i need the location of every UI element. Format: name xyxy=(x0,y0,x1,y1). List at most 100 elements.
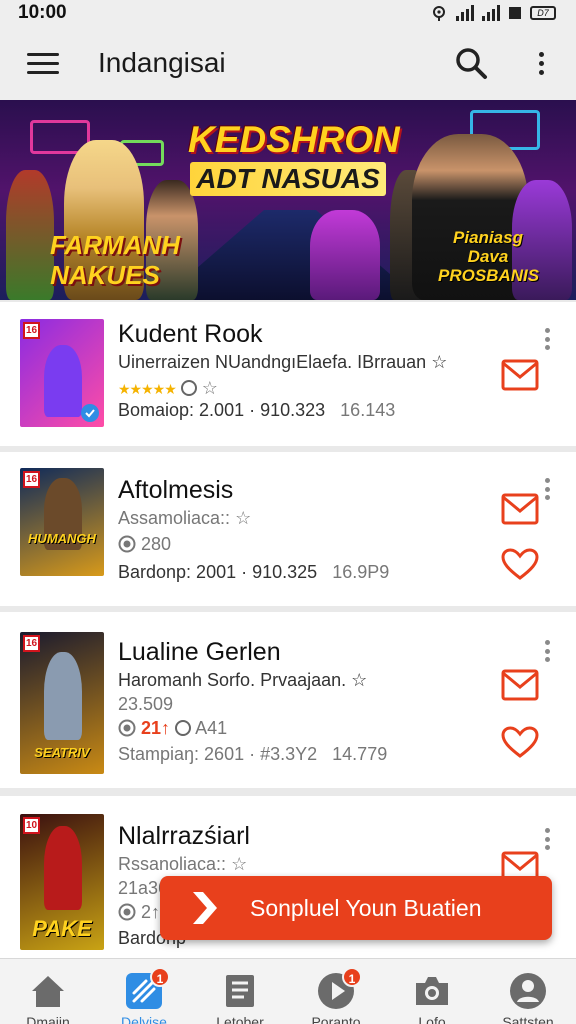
overflow-menu-button[interactable] xyxy=(506,26,576,100)
more-vert-dot xyxy=(544,648,550,654)
game-description: Rssanoliaca:: xyxy=(118,854,227,874)
game-title[interactable]: Nlalrrazśiarl xyxy=(118,822,250,851)
game-card[interactable]: 16 Kudent Rook Uinerraizen NUandngıElaef… xyxy=(0,302,576,446)
star-outline-icon: ☆ xyxy=(431,352,448,372)
camera-icon xyxy=(416,977,448,1005)
more-vert-dot xyxy=(544,657,550,662)
game-subtitle: Rssanoliaca:: ☆ xyxy=(118,854,247,875)
thumbnail-hero xyxy=(44,652,82,740)
toast-icon-wrap xyxy=(160,876,250,940)
menu-icon xyxy=(27,52,59,56)
star-outline-icon: ☆ xyxy=(201,378,218,398)
location-icon xyxy=(433,6,445,21)
square-icon xyxy=(509,7,521,19)
favorite-button[interactable] xyxy=(500,548,540,582)
signal-icon-2 xyxy=(482,5,500,21)
game-count: 2↑ xyxy=(118,902,160,923)
game-thumbnail[interactable]: 16 xyxy=(20,319,104,427)
nav-label: Dmajin xyxy=(26,1014,70,1024)
game-card[interactable]: 16 SEATRIV Lualine Gerlen Haromanh Sorfo… xyxy=(0,612,576,788)
coin-icon xyxy=(118,903,136,921)
mail-icon xyxy=(501,669,539,701)
character-robot-purple xyxy=(310,210,380,300)
nav-icon-wrap xyxy=(412,971,452,1011)
game-title[interactable]: Aftolmesis xyxy=(118,476,233,505)
action-snackbar-button[interactable]: Sonpluel Youn Buatien xyxy=(160,876,552,940)
game-thumbnail[interactable]: 16 HUMANGH xyxy=(20,468,104,576)
game-subtitle: Assamoliaca:: ☆ xyxy=(118,508,251,529)
checkmark-icon xyxy=(81,404,99,422)
circle-icon xyxy=(180,380,197,396)
game-subtitle: Uinerraizen NUandngıElaefa. IBrrauan ☆ xyxy=(118,352,447,373)
card-more-button[interactable] xyxy=(541,828,553,850)
game-stats: Bardonp: 2001 · 910.325 xyxy=(118,562,318,582)
more-vert-dot xyxy=(544,845,550,850)
nav-item-home[interactable]: Dmajin xyxy=(0,959,96,1024)
more-vert-dot xyxy=(544,486,550,492)
game-size: 16.9P9 xyxy=(332,562,390,582)
character-robot-left xyxy=(6,170,54,300)
nav-label: Lofo xyxy=(418,1014,446,1024)
message-button[interactable] xyxy=(500,358,540,392)
more-vert-dot xyxy=(538,60,544,66)
nav-item-letober[interactable]: Letober xyxy=(192,959,288,1024)
home-icon xyxy=(32,976,64,1007)
favorite-button[interactable] xyxy=(500,726,540,760)
thumbnail-logo: PAKE xyxy=(32,916,92,941)
more-vert-icon xyxy=(544,828,550,833)
toast-label: Sonpluel Youn Buatien xyxy=(250,894,482,921)
chevron-right-icon xyxy=(193,892,217,924)
road-graphic xyxy=(160,210,420,300)
message-button[interactable] xyxy=(500,668,540,702)
game-stats: Bomaiop: 2.001 · 910.323 xyxy=(118,400,326,420)
nav-item-settings[interactable]: Sattsten xyxy=(480,959,576,1024)
game-title[interactable]: Lualine Gerlen xyxy=(118,638,281,667)
game-size: 16.143 xyxy=(340,400,396,420)
heart-icon xyxy=(501,726,539,758)
search-button[interactable] xyxy=(436,26,506,100)
banner-subtitle: ADT NASUAS xyxy=(190,162,386,196)
menu-icon-bar xyxy=(27,61,59,65)
mail-icon xyxy=(501,359,539,391)
more-vert-icon xyxy=(538,51,544,57)
nav-item-delvise[interactable]: 1 Delvise xyxy=(96,959,192,1024)
document-icon xyxy=(226,975,254,1007)
featured-banner[interactable]: KEDSHRON ADT NASUAS FARMANH NAKUES Piani… xyxy=(0,100,576,300)
profile-icon xyxy=(510,973,546,1009)
game-description: Uinerraizen NUandngıElaefa. IBrrauan xyxy=(118,352,427,372)
age-rating-badge: 16 xyxy=(23,322,40,339)
message-button[interactable] xyxy=(500,492,540,526)
nav-item-lofo[interactable]: Lofo xyxy=(384,959,480,1024)
star-outline-icon: ☆ xyxy=(231,854,248,874)
count-value: 21↑ xyxy=(141,718,171,738)
game-rating: ★★★★★ ☆ xyxy=(118,378,218,399)
card-more-button[interactable] xyxy=(541,328,553,350)
nav-icon-wrap xyxy=(28,971,68,1011)
game-thumbnail[interactable]: 10 PAKE xyxy=(20,814,104,950)
game-meta: Bomaiop: 2.001 · 910.323 16.143 xyxy=(118,400,395,421)
game-title[interactable]: Kudent Rook xyxy=(118,320,263,349)
nav-item-poranto[interactable]: 1 Poranto xyxy=(288,959,384,1024)
game-meta: Stampiaŋ: 2601 · #3.3Y2 14.779 xyxy=(118,744,387,765)
menu-button[interactable] xyxy=(0,26,86,100)
game-count: 280 xyxy=(118,534,171,555)
app-bar: Indangisai xyxy=(0,26,576,100)
game-thumbnail[interactable]: 16 SEATRIV xyxy=(20,632,104,774)
battery-icon: D7 xyxy=(530,6,556,20)
card-more-button[interactable] xyxy=(541,640,553,662)
more-vert-dot xyxy=(544,336,550,342)
card-more-button[interactable] xyxy=(541,478,553,500)
more-vert-icon xyxy=(544,478,550,483)
thumbnail-logo: SEATRIV xyxy=(34,745,90,760)
more-vert-icon xyxy=(544,328,550,333)
rating-stars: ★★★★★ xyxy=(118,381,177,397)
thumbnail-hero xyxy=(44,826,82,910)
game-size: 14.779 xyxy=(332,744,388,764)
game-code: 23.509 xyxy=(118,694,174,714)
nav-icon-wrap xyxy=(220,971,260,1011)
thumbnail-hero xyxy=(44,345,82,417)
nav-label: Sattsten xyxy=(502,1014,554,1024)
nav-label: Poranto xyxy=(311,1014,361,1024)
game-card[interactable]: 16 HUMANGH Aftolmesis Assamoliaca:: ☆ 28… xyxy=(0,452,576,606)
more-vert-icon xyxy=(544,640,550,645)
